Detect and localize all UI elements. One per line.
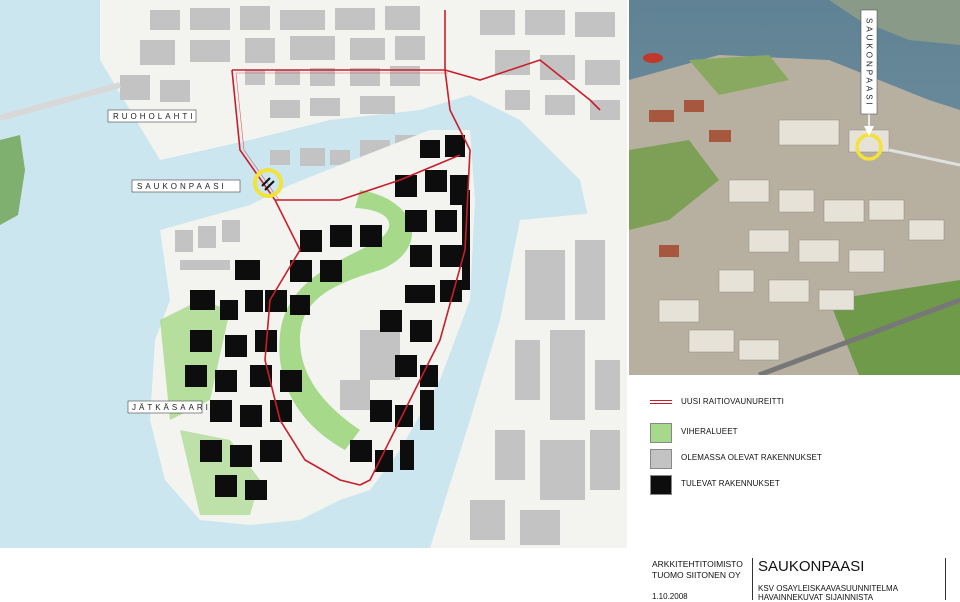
aerial-vertical-label: SAUKONPAASI	[865, 18, 874, 108]
separator	[752, 558, 753, 600]
legend-item-tram: UUSI RAITIOVAUNUREITTI	[650, 397, 950, 423]
place-label-saukonpaasi: SAUKONPAASI	[137, 182, 227, 191]
aerial-view: SAUKONPAASI	[629, 0, 960, 375]
legend-item-existing: OLEMASSA OLEVAT RAKENNUKSET	[650, 449, 950, 475]
title-block: ARKKITEHTITOIMISTO TUOMO SIITONEN OY 1.1…	[652, 558, 952, 602]
site-plan-map: RUOHOLAHTI SAUKONPAASI JÄTKÄSAARI	[0, 0, 627, 548]
legend-label: TULEVAT RAKENNUKSET	[681, 479, 780, 488]
subtitle-line-1: KSV OSAYLEISKAAVASUUNNITELMA	[758, 584, 899, 593]
legend-item-planned: TULEVAT RAKENNUKSET	[650, 475, 950, 501]
drawing-date: 1.10.2008	[652, 592, 688, 601]
legend-item-green: VIHERALUEET	[650, 423, 950, 449]
aerial-ship	[643, 53, 663, 63]
office-line-1: ARKKITEHTITOIMISTO	[652, 559, 743, 569]
drawing-title: SAUKONPAASI	[758, 558, 865, 575]
legend: UUSI RAITIOVAUNUREITTI VIHERALUEET OLEMA…	[650, 397, 950, 501]
place-label-jatkasaari: JÄTKÄSAARI	[132, 403, 211, 412]
legend-label: VIHERALUEET	[681, 427, 738, 436]
subtitle-line-2: HAVAINNEKUVAT SIJAINNISTA	[758, 593, 874, 602]
existing-swatch	[650, 449, 672, 469]
office-line-2: TUOMO SIITONEN OY	[652, 570, 741, 580]
tram-line-swatch	[650, 400, 672, 404]
legend-label: UUSI RAITIOVAUNUREITTI	[681, 397, 784, 406]
drawing-subtitle: KSV OSAYLEISKAAVASUUNNITELMA HAVAINNEKUV…	[758, 584, 948, 602]
separator	[945, 558, 946, 600]
office-name: ARKKITEHTITOIMISTO TUOMO SIITONEN OY	[652, 559, 752, 581]
green-swatch	[650, 423, 672, 443]
planned-swatch	[650, 475, 672, 495]
legend-label: OLEMASSA OLEVAT RAKENNUKSET	[681, 453, 822, 462]
place-label-ruoholahti: RUOHOLAHTI	[113, 112, 195, 121]
